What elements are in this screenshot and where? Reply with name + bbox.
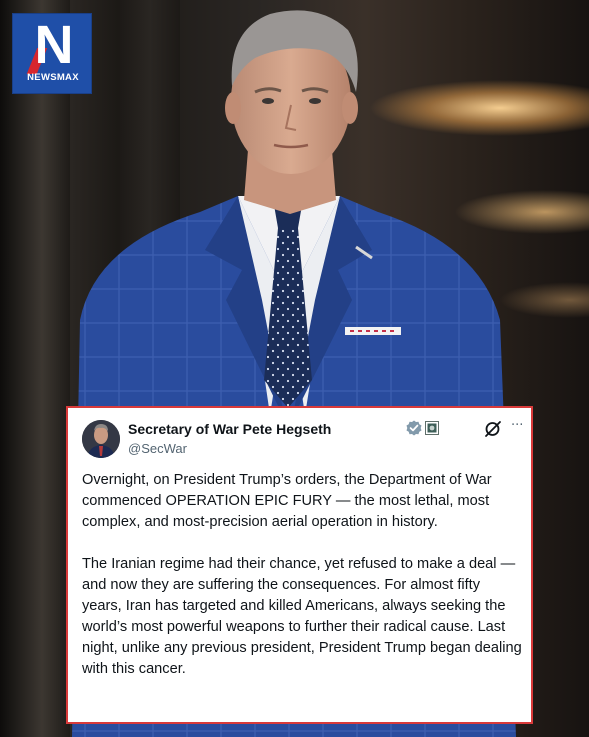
logo-letter: N: [34, 15, 74, 75]
avatar-image: [82, 420, 120, 458]
logo-wordmark: NEWSMAX: [27, 72, 79, 83]
post-text: Overnight, on President Trump’s orders, …: [82, 470, 522, 701]
more-options-icon[interactable]: ···: [511, 419, 523, 432]
author-avatar[interactable]: [82, 420, 120, 458]
x-post-card: Secretary of War Pete Hegseth @SecWar ··…: [66, 406, 533, 724]
newsmax-logo: N NEWSMAX: [12, 13, 92, 94]
post-paragraph: Overnight, on President Trump’s orders, …: [82, 472, 492, 530]
verified-badge-icon: [406, 420, 422, 436]
background-photo: N NEWSMAX Secretary of War Pete Hegseth …: [0, 0, 589, 737]
post-paragraph: The Iranian regime had their chance, yet…: [82, 556, 522, 677]
grok-icon[interactable]: [484, 420, 502, 438]
author-handle[interactable]: @SecWar: [128, 441, 187, 456]
author-display-name[interactable]: Secretary of War Pete Hegseth: [128, 421, 331, 437]
government-affiliate-icon[interactable]: [425, 421, 439, 435]
